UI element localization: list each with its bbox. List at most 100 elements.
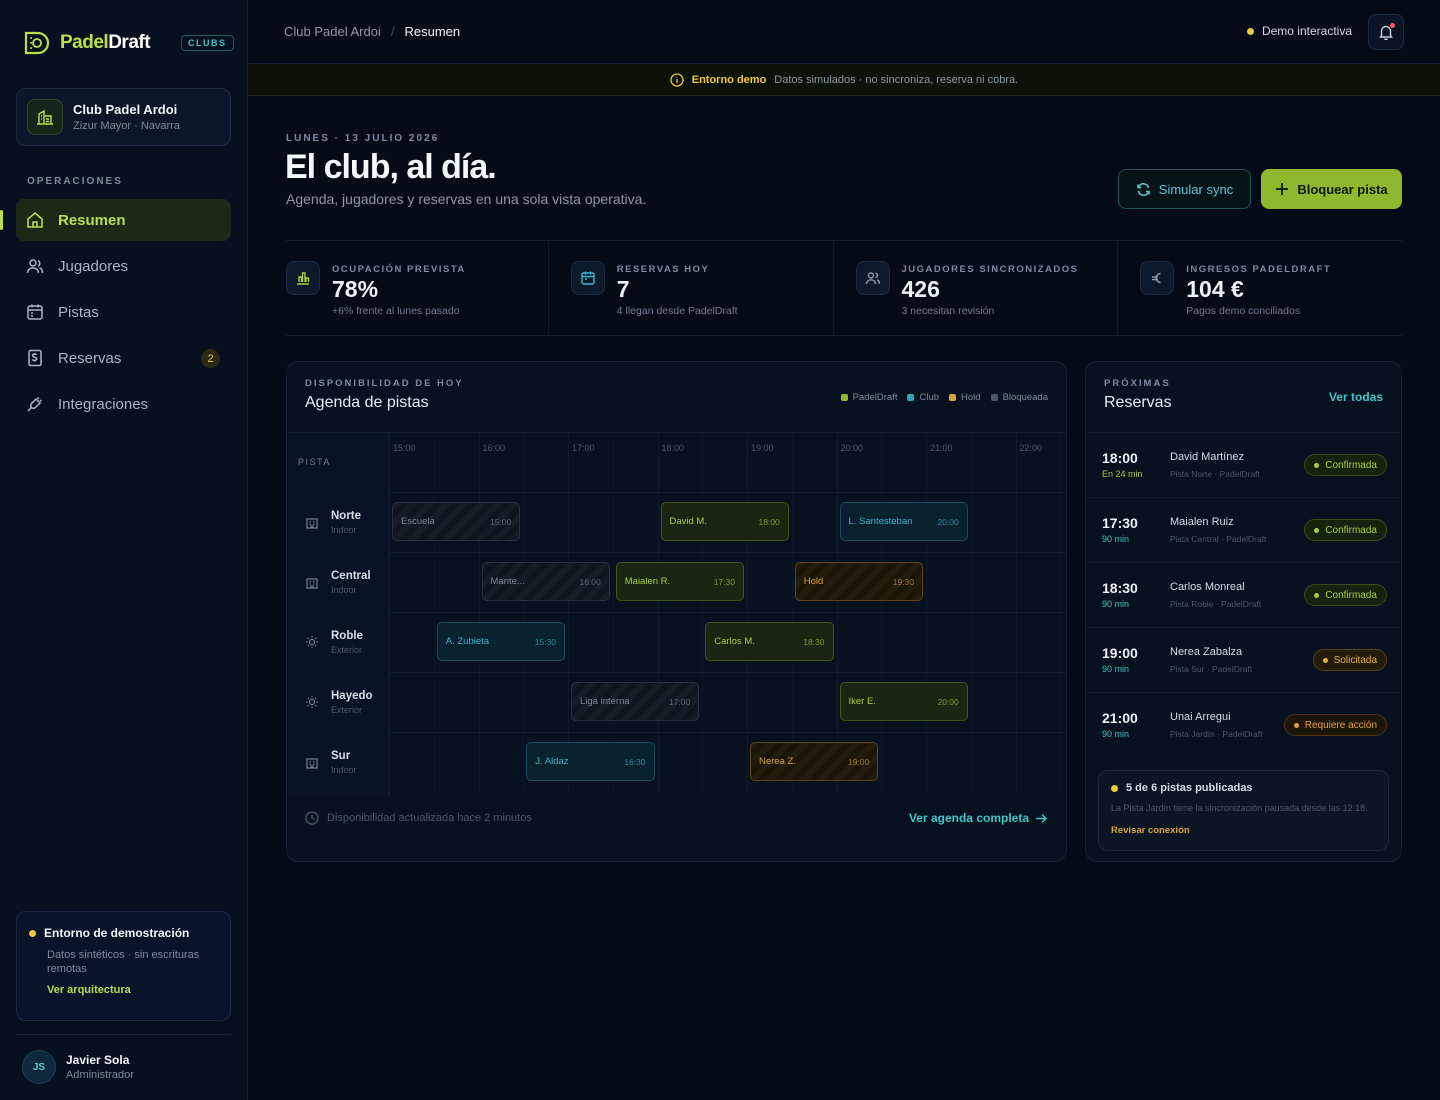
legend-swatch: [949, 394, 957, 401]
reservation-item[interactable]: 19:00 90 min Nerea Zabalza Pista Sur · Pade…: [1086, 627, 1401, 692]
sidebar-item-integraciones[interactable]: Integraciones: [16, 383, 231, 425]
reservation-player: Carlos Monreal: [1170, 581, 1245, 593]
architecture-link[interactable]: Ver arquitectura: [47, 984, 218, 996]
booking-slot[interactable]: Maialen R. 17:30: [615, 562, 744, 601]
half-hour-gridline: [702, 433, 704, 795]
user-name: Javier Sola: [66, 1053, 130, 1067]
agenda-footer: Disponibilidad actualizada hace 2 minuto…: [305, 811, 532, 825]
court-row-sur[interactable]: Sur Indoor: [287, 732, 389, 792]
status-label: Requiere acción: [1304, 719, 1377, 731]
sun-icon: [305, 635, 319, 649]
club-switcher[interactable]: Club Padel Ardoi Zizur Mayor · Navarra: [16, 88, 231, 146]
hour-gridline: [747, 433, 748, 795]
court-name: Hayedo: [331, 689, 373, 702]
booking-slot[interactable]: Mante... 16:00: [481, 562, 610, 601]
notifications-button[interactable]: [1368, 14, 1404, 50]
reservation-time: 18:30: [1102, 580, 1138, 596]
court-agenda-panel: DISPONIBILIDAD DE HOY Agenda de pistas P…: [286, 361, 1067, 862]
building-icon: [27, 99, 63, 135]
clock-icon: [305, 811, 319, 825]
sync-notice-title: 5 de 6 pistas publicadas: [1111, 782, 1376, 794]
check-connection-link[interactable]: Revisar conexión: [1111, 825, 1376, 836]
court-name: Sur: [331, 749, 351, 762]
reservation-item[interactable]: 17:30 90 min Maialen Ruiz Pista Central · P…: [1086, 497, 1401, 562]
slot-label: J. Aldaz: [535, 756, 569, 767]
status-dot: [1314, 462, 1320, 468]
hour-label: 15:00: [393, 443, 416, 453]
booking-slot[interactable]: L. Santesteban 20:00: [839, 502, 968, 541]
half-hour-gridline: [1060, 433, 1062, 795]
main-nav: Resumen Jugadores Pistas Reservas 2 Inte…: [0, 199, 231, 429]
reservation-time: 19:00: [1102, 645, 1138, 661]
breadcrumb-club[interactable]: Club Padel Ardoi: [284, 24, 381, 39]
breadcrumb-separator: /: [390, 24, 395, 39]
booking-slot[interactable]: A. Zubieta 15:30: [436, 622, 565, 661]
full-agenda-link[interactable]: Ver agenda completa: [909, 811, 1048, 825]
court-row-hayedo[interactable]: Hayedo Exterior: [287, 672, 389, 732]
slot-label: Liga interna: [580, 696, 630, 707]
reservation-item[interactable]: 18:00 En 24 min David Martínez Pista Norte …: [1086, 432, 1401, 497]
breadcrumb: Club Padel Ardoi / Resumen: [284, 24, 460, 39]
status-badge: Requiere acción: [1283, 714, 1387, 736]
hour-label: 16:00: [482, 443, 506, 453]
agenda-title: Agenda de pistas: [305, 394, 429, 411]
status-badge: Confirmada: [1304, 584, 1387, 606]
status-dot: [1246, 27, 1254, 35]
building-icon: [305, 515, 319, 529]
reservation-player: David Martínez: [1170, 451, 1244, 463]
sidebar-item-pistas[interactable]: Pistas: [16, 291, 231, 333]
hour-label: 18:00: [661, 443, 685, 453]
half-hour-gridline: [433, 433, 435, 795]
status-badge: Confirmada: [1304, 454, 1387, 476]
brand-logo[interactable]: PadelDraft: [24, 30, 151, 56]
booking-slot[interactable]: Iker E. 20:00: [839, 682, 968, 721]
kpi-note: +6% frente al lunes pasado: [332, 305, 460, 317]
row-divider: [389, 732, 1066, 733]
booking-slot[interactable]: Hold 19:30: [794, 562, 923, 601]
status-badge: Confirmada: [1304, 519, 1387, 541]
kpi-label: OCUPACIÓN PREVISTA: [332, 264, 466, 275]
booking-slot[interactable]: J. Aldaz 16:30: [526, 742, 655, 781]
booking-slot[interactable]: Liga interna 17:00: [571, 682, 700, 721]
status-label: Solicitada: [1333, 654, 1377, 666]
reservation-time: 17:30: [1102, 515, 1138, 531]
court-row-norte[interactable]: Norte Indoor: [287, 492, 389, 552]
block-court-button[interactable]: Bloquear pista: [1261, 169, 1402, 209]
calendar-icon: [570, 261, 605, 295]
booking-slot[interactable]: Carlos M. 18:30: [705, 622, 834, 661]
kpi-strip: OCUPACIÓN PREVISTA 78% +6% frente al lunes…: [286, 240, 1402, 336]
page-subtitle: Agenda, jugadores y reservas en una sola…: [286, 191, 647, 207]
calendar-icon: [26, 303, 44, 321]
kpi-income: INGRESOS PADELDRAFT 104 € Pagos demo conci…: [1117, 241, 1402, 335]
sidebar-item-jugadores[interactable]: Jugadores: [16, 245, 231, 287]
slot-time: 17:00: [668, 696, 691, 707]
hour-gridline: [568, 433, 569, 795]
hour-gridline: [926, 433, 927, 795]
hour-gridline: [836, 433, 838, 795]
breadcrumb-current: Resumen: [404, 24, 461, 39]
sidebar-item-resumen[interactable]: Resumen: [0, 199, 231, 241]
user-profile[interactable]: JS Javier Sola Administrador: [16, 1034, 231, 1084]
reservas-count-badge: 2: [201, 349, 220, 368]
reservation-item[interactable]: 21:00 90 min Unai Arregui Pista Jardín · Pa…: [1086, 692, 1401, 757]
sidebar-item-reservas[interactable]: Reservas 2: [16, 337, 231, 379]
sync-notice-description: La Pista Jardín tiene la sincronización …: [1111, 803, 1368, 813]
simulate-sync-button[interactable]: Simular sync: [1118, 169, 1251, 209]
slot-label: Maialen R.: [624, 576, 671, 587]
court-row-roble[interactable]: Roble Exterior: [287, 612, 389, 672]
view-all-link[interactable]: Ver todas: [1329, 390, 1383, 404]
reservation-item[interactable]: 18:30 90 min Carlos Monreal Pista Roble · P…: [1086, 562, 1401, 627]
slot-time: 17:30: [713, 576, 735, 587]
padel-ball-icon: [24, 30, 52, 56]
booking-slot[interactable]: Escuela 15:00: [392, 502, 521, 541]
booking-slot[interactable]: David M. 18:00: [660, 502, 789, 541]
demo-environment-card: Entorno de demostración Datos sintéticos…: [16, 911, 231, 1021]
status-dot: [1293, 722, 1299, 728]
user-role: Administrador: [66, 1069, 134, 1081]
booking-slot[interactable]: Nerea Z. 19:00: [750, 742, 879, 781]
court-row-central[interactable]: Central Indoor: [287, 552, 389, 612]
legend-swatch: [907, 394, 915, 401]
refresh-icon: [1136, 182, 1151, 197]
club-name: Club Padel Ardoi: [73, 102, 178, 117]
agenda-legend: PadelDraft Club Hold Bloqueada: [840, 392, 1048, 403]
